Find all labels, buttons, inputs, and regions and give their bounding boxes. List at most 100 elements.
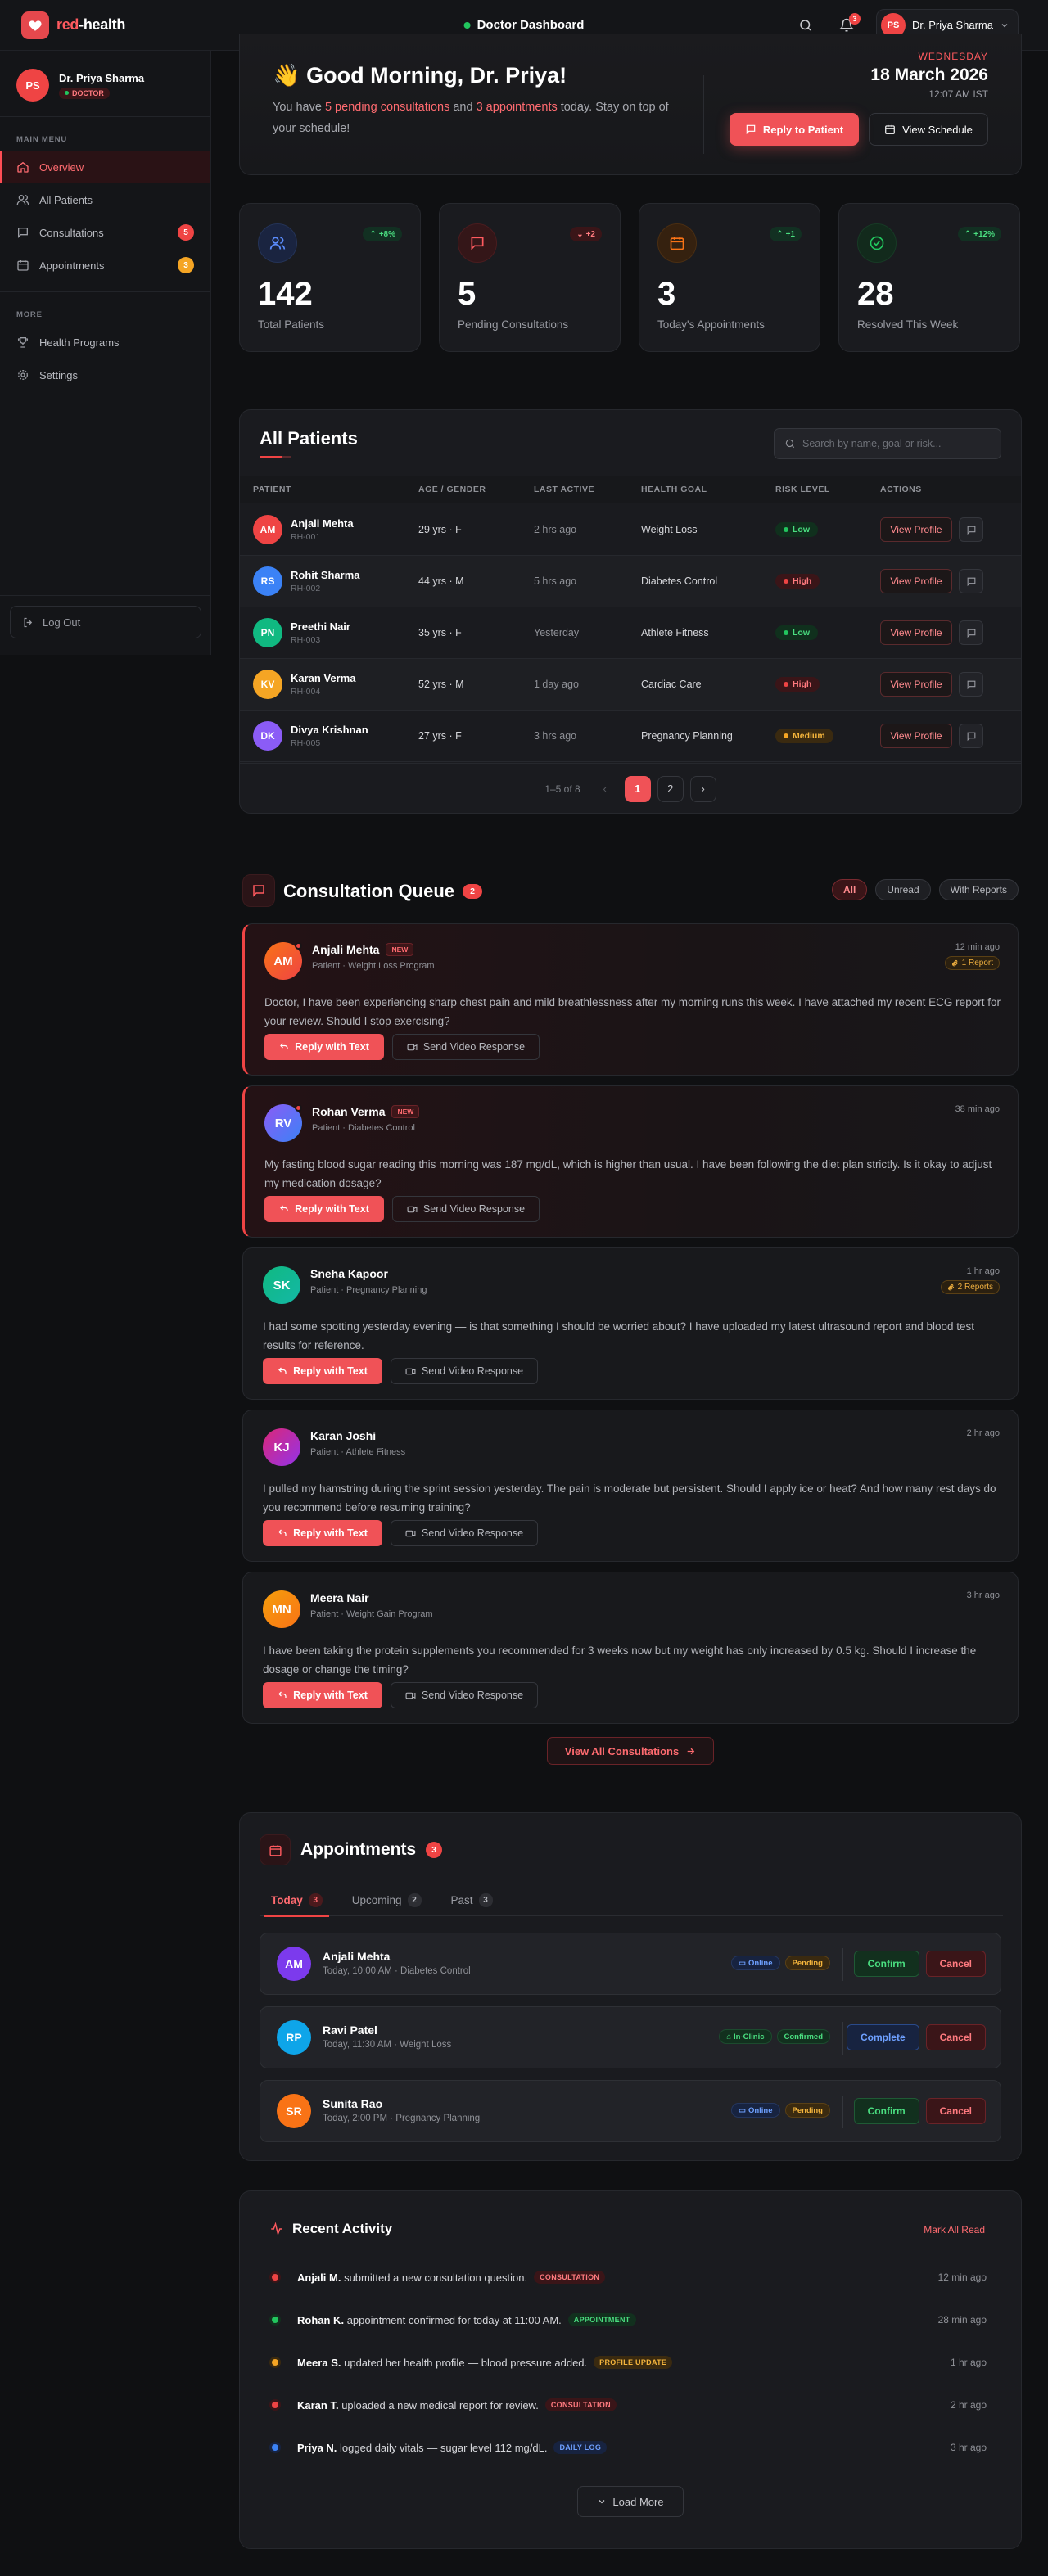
reply-with-text-button[interactable]: Reply with Text — [264, 1034, 384, 1060]
confirm-button[interactable]: Confirm — [853, 2098, 919, 2124]
consultation-card[interactable]: RV Rohan Verma NEW Patient · Diabetes Con… — [242, 1085, 1019, 1238]
health-goal: Pregnancy Planning — [641, 730, 733, 742]
patient-id: RH-002 — [291, 584, 321, 593]
consultation-card[interactable]: SK Sneha Kapoor Patient · Pregnancy Plan… — [242, 1247, 1019, 1400]
send-video-response-button[interactable]: Send Video Response — [391, 1682, 538, 1708]
page-2-button[interactable]: 2 — [657, 775, 684, 802]
view-profile-button[interactable]: View Profile — [880, 569, 952, 593]
last-active: Yesterday — [534, 627, 580, 638]
message-text: I had some spotting yesterday evening — … — [263, 1320, 975, 1351]
last-active: 3 hrs ago — [534, 730, 577, 742]
video-icon — [405, 1530, 416, 1536]
stat-value: 28 — [857, 276, 894, 312]
sidebar-item-patients[interactable]: All Patients — [0, 183, 210, 216]
view-profile-button[interactable]: View Profile — [880, 517, 952, 542]
send-video-response-button[interactable]: Send Video Response — [392, 1034, 540, 1060]
complete-button[interactable]: Complete — [846, 2024, 919, 2050]
activity-item: Anjali M. submitted a new consultation q… — [269, 2257, 993, 2298]
tab-today[interactable]: Today 3 — [264, 1884, 329, 1917]
appointment-row[interactable]: RP Ravi Patel Today, 11:30 AM · Weight L… — [260, 2006, 1001, 2068]
cancel-button[interactable]: Cancel — [925, 2098, 986, 2124]
consultation-card[interactable]: AM Anjali Mehta NEW Patient · Weight Loss… — [242, 923, 1019, 1076]
avatar: DK — [253, 721, 282, 751]
cancel-button[interactable]: Cancel — [925, 1951, 986, 1977]
trend-badge: ⌃ +12% — [957, 227, 1001, 241]
sidebar-item-health-programs[interactable]: Health Programs — [0, 326, 210, 359]
message-icon[interactable] — [959, 672, 983, 697]
stat-card-resolved: ⌃ +12% 28 Resolved This Week — [838, 203, 1020, 352]
message-icon[interactable] — [959, 724, 983, 748]
sidebar-item-appointments[interactable]: Appointments 3 — [0, 249, 210, 282]
report-badge[interactable]: 2 Reports — [940, 1280, 1000, 1294]
send-video-response-button[interactable]: Send Video Response — [391, 1520, 538, 1546]
gear-icon — [18, 370, 28, 380]
consultation-card[interactable]: MN Meera Nair Patient · Weight Gain Prog… — [242, 1572, 1019, 1724]
view-profile-button[interactable]: View Profile — [880, 620, 952, 645]
table-row[interactable]: PN Preethi Nair RH-003 35 yrs · F Yesterd… — [240, 607, 1021, 659]
tab-past[interactable]: Past 3 — [451, 1884, 493, 1916]
sidebar-item-consultations[interactable]: Consultations 5 — [0, 216, 210, 249]
reply-with-text-button[interactable]: Reply with Text — [263, 1520, 382, 1546]
notification-bell-icon[interactable]: 3 — [835, 12, 861, 37]
activity-text: Meera S. updated her health profile — bl… — [297, 2356, 588, 2369]
view-profile-button[interactable]: View Profile — [880, 724, 952, 748]
age-gender: 29 yrs · F — [418, 524, 462, 535]
mark-all-read-link[interactable]: Mark All Read — [924, 2224, 985, 2235]
filter-unread[interactable]: Unread — [875, 879, 931, 900]
appointment-time: Today, 2:00 PM · Pregnancy Planning — [323, 2114, 481, 2123]
view-profile-button[interactable]: View Profile — [880, 672, 952, 697]
next-page-button[interactable]: › — [689, 775, 716, 802]
table-row[interactable]: DK Divya Krishnan RH-005 27 yrs · F 3 hrs… — [240, 711, 1021, 762]
send-video-response-button[interactable]: Send Video Response — [392, 1196, 540, 1222]
activity-item: Priya N. logged daily vitals — sugar lev… — [269, 2427, 993, 2468]
consultation-card[interactable]: KJ Karan Joshi Patient · Athlete Fitness… — [242, 1410, 1019, 1562]
logout-button[interactable]: Log Out — [10, 606, 201, 638]
age-gender: 35 yrs · F — [418, 627, 462, 638]
patient-search-input[interactable]: Search by name, goal or risk... — [774, 428, 1001, 459]
tab-upcoming[interactable]: Upcoming 2 — [352, 1884, 422, 1916]
reply-to-patient-button[interactable]: Reply to Patient — [730, 113, 859, 146]
unread-dot — [295, 1104, 302, 1112]
sidebar-item-overview[interactable]: Overview — [0, 151, 210, 183]
confirm-button[interactable]: Confirm — [853, 1951, 919, 1977]
sidebar-item-label: Consultations — [39, 226, 104, 239]
reply-with-text-button[interactable]: Reply with Text — [264, 1196, 384, 1222]
send-video-response-button[interactable]: Send Video Response — [391, 1358, 538, 1384]
table-row[interactable]: AM Anjali Mehta RH-001 29 yrs · F 2 hrs a… — [240, 504, 1021, 556]
page-1-button[interactable]: 1 — [624, 775, 651, 802]
filter-with-reports[interactable]: With Reports — [938, 879, 1019, 900]
activity-time: 3 hr ago — [950, 2442, 987, 2453]
filter-all[interactable]: All — [831, 879, 868, 900]
message-icon[interactable] — [959, 620, 983, 645]
message-icon[interactable] — [959, 569, 983, 593]
search-icon[interactable] — [794, 14, 817, 37]
avatar: PN — [253, 618, 282, 647]
appointment-row[interactable]: AM Anjali Mehta Today, 10:00 AM · Diabet… — [260, 1933, 1001, 1995]
brand-logo[interactable]: red-health — [21, 11, 125, 39]
sidebar-item-settings[interactable]: Settings — [0, 359, 210, 391]
reply-with-text-button[interactable]: Reply with Text — [263, 1358, 382, 1384]
cancel-button[interactable]: Cancel — [925, 2024, 986, 2050]
pagination: 1–5 of 8 ‹ 1 2 › — [240, 763, 1021, 814]
patient-name: Preethi Nair — [291, 620, 350, 633]
stat-label: Total Patients — [258, 318, 325, 331]
table-row[interactable]: KV Karan Verma RH-004 52 yrs · M 1 day ag… — [240, 659, 1021, 711]
status-dot — [269, 2271, 281, 2283]
video-icon: ▭ — [738, 2105, 746, 2115]
video-icon: ▭ — [738, 1958, 746, 1968]
reply-with-text-button[interactable]: Reply with Text — [263, 1682, 382, 1708]
report-badge[interactable]: 1 Report — [944, 956, 1000, 970]
prev-page-button[interactable]: ‹ — [592, 776, 618, 802]
view-schedule-button[interactable]: View Schedule — [869, 113, 988, 146]
table-row[interactable]: RS Rohit Sharma RH-002 44 yrs · M 5 hrs a… — [240, 556, 1021, 607]
view-all-consultations-button[interactable]: View All Consultations — [547, 1737, 714, 1765]
calendar-icon — [657, 223, 697, 263]
appointment-row[interactable]: SR Sunita Rao Today, 2:00 PM · Pregnancy… — [260, 2080, 1001, 2142]
load-more-button[interactable]: Load More — [577, 2486, 684, 2517]
age-gender: 27 yrs · F — [418, 730, 462, 742]
message-icon[interactable] — [959, 517, 983, 542]
status-dot — [269, 2357, 281, 2368]
patient-name: Divya Krishnan — [291, 724, 368, 736]
video-icon — [407, 1206, 418, 1212]
mode-badge: ▭ Online — [730, 2103, 780, 2118]
